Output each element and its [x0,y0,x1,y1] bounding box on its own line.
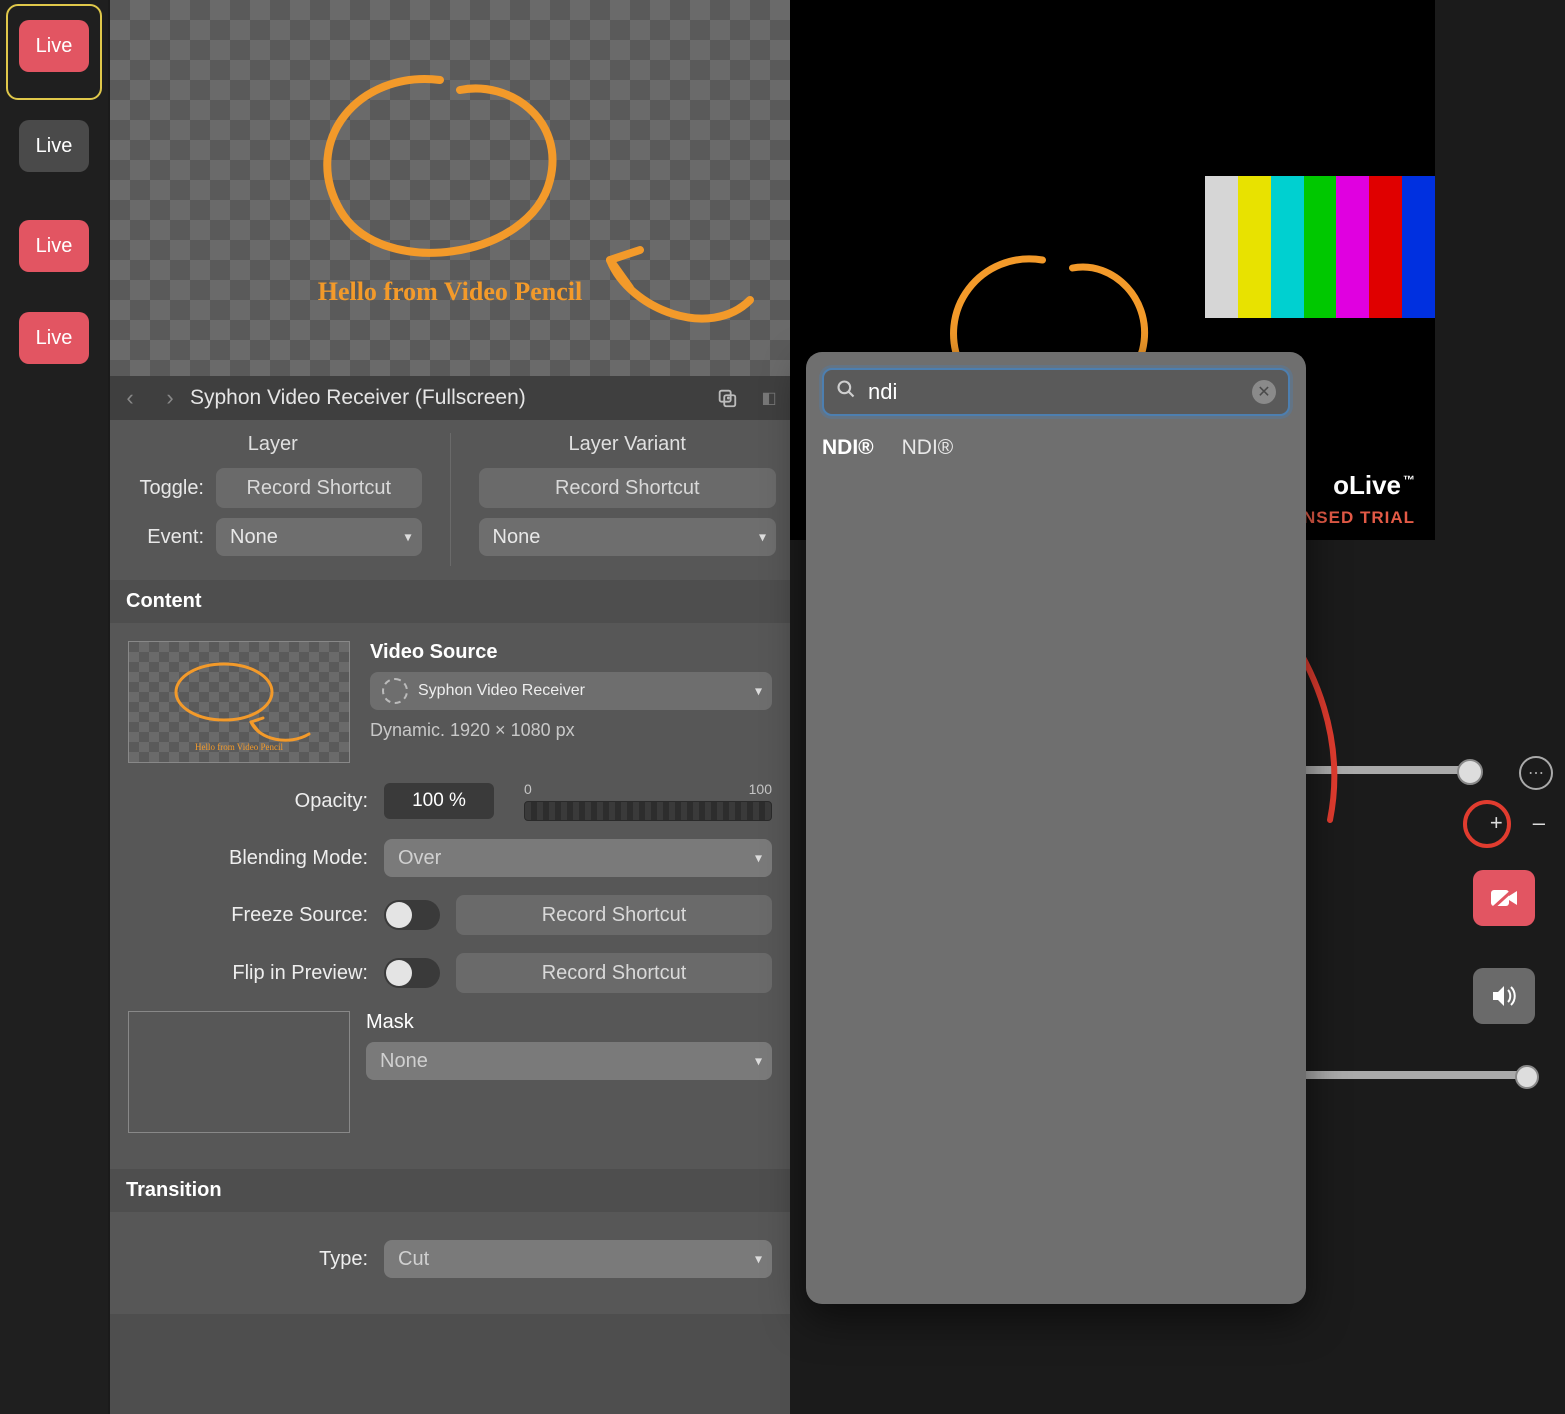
variant-event-dropdown[interactable]: None▾ [479,518,777,556]
content-thumbnail[interactable]: Hello from Video Pencil [128,641,350,763]
transition-type-dropdown[interactable]: Cut▾ [384,1240,772,1278]
opacity-slider[interactable] [524,801,772,821]
layer-preview: Hello from Video Pencil [110,0,790,376]
video-source-dropdown[interactable]: Syphon Video Receiver ▾ [370,672,772,710]
breadcrumb-bar: ‹ › Syphon Video Receiver (Fullscreen) ◧ [110,376,790,420]
search-field[interactable]: ✕ [822,368,1290,416]
live-label: Live [36,35,73,58]
flip-toggle[interactable] [384,958,440,988]
blending-label: Blending Mode: [128,847,368,870]
event-dropdown[interactable]: None▾ [216,518,422,556]
section-content: Content [110,580,790,623]
live-button-4[interactable]: Live [19,312,89,364]
more-icon[interactable]: ⋯ [1519,756,1553,790]
color-bars [1205,176,1435,318]
chevron-down-icon: ▾ [755,850,762,867]
triggers-body: Layer Toggle: Record Shortcut Event: Non… [110,419,790,580]
toggle-shortcut-button[interactable]: Record Shortcut [216,468,422,508]
blending-dropdown[interactable]: Over▾ [384,839,772,877]
live-sidebar: Live Live Live Live [0,0,108,1414]
chevron-down-icon: ▾ [404,529,411,546]
chevron-down-icon: ▾ [755,1251,762,1268]
duplicate-icon[interactable] [712,383,742,413]
chevron-down-icon: ▾ [759,529,766,546]
toggle-label: Toggle: [124,477,204,500]
transition-type-label: Type: [128,1248,368,1271]
opacity-field[interactable]: 100 % [384,783,494,819]
mask-dropdown[interactable]: None▾ [366,1042,772,1080]
inspector-panel: Hello from Video Pencil ‹ › Syphon Video… [110,0,790,1414]
source-search-popover: ✕ NDI® NDI® [806,352,1306,1304]
search-icon [836,379,856,405]
freeze-toggle[interactable] [384,900,440,930]
mask-thumbnail[interactable] [128,1011,350,1133]
drag-icon[interactable]: ◧ [754,383,784,413]
content-body: Hello from Video Pencil Video Source Syp… [110,623,790,1169]
flip-shortcut-button[interactable]: Record Shortcut [456,953,772,993]
search-result-2[interactable]: NDI® [902,436,954,460]
video-source-meta: Dynamic. 1920 × 1080 px [370,720,772,741]
live-label: Live [36,135,73,158]
variant-shortcut-button[interactable]: Record Shortcut [479,468,777,508]
live-button-1[interactable]: Live [19,20,89,72]
live-button-3[interactable]: Live [19,220,89,272]
speaker-button[interactable] [1473,968,1535,1024]
add-source-button[interactable]: + [1490,810,1503,836]
chevron-down-icon: ▾ [755,1053,762,1070]
mask-label: Mask [366,1011,772,1034]
opacity-label: Opacity: [128,790,368,813]
search-result-1[interactable]: NDI® [822,436,874,460]
breadcrumb-title: Syphon Video Receiver (Fullscreen) [190,386,706,410]
section-transition: Transition [110,1169,790,1212]
search-input[interactable] [866,378,1252,406]
live-button-2[interactable]: Live [19,120,89,172]
variant-header: Layer Variant [479,433,777,456]
remove-source-button[interactable]: – [1533,810,1545,836]
camera-off-button[interactable] [1473,870,1535,926]
freeze-shortcut-button[interactable]: Record Shortcut [456,895,772,935]
clear-icon[interactable]: ✕ [1252,380,1276,404]
live-label: Live [36,235,73,258]
video-source-label: Video Source [370,641,772,664]
chevron-down-icon: ▾ [755,683,762,700]
flip-label: Flip in Preview: [128,962,368,985]
preview-text: Hello from Video Pencil [318,277,583,306]
divider [450,433,451,566]
brand-tag: ENSED TRIAL [1291,508,1415,528]
forward-icon[interactable]: › [150,385,190,411]
event-label: Event: [124,526,204,549]
back-icon[interactable]: ‹ [110,385,150,411]
source-icon [382,678,408,704]
live-label: Live [36,327,73,350]
layer-header: Layer [124,433,422,456]
brand-name: oLive™ [1333,470,1415,501]
freeze-label: Freeze Source: [128,904,368,927]
svg-text:Hello from Video Pencil: Hello from Video Pencil [195,742,284,752]
